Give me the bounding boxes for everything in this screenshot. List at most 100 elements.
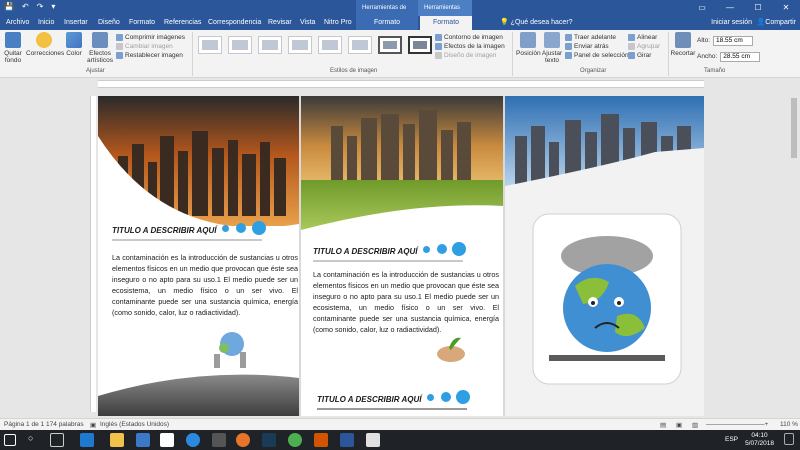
tab-formato-1[interactable]: Formato [125, 16, 159, 30]
tab-archivo[interactable]: Archivo [2, 16, 33, 30]
tab-insertar[interactable]: Insertar [60, 16, 92, 30]
picture-style-6[interactable] [348, 36, 372, 54]
notifications-icon[interactable] [784, 433, 794, 445]
tab-nitro-pro[interactable]: Nitro Pro [320, 16, 356, 30]
reset-image-icon [116, 52, 123, 59]
corrections-button[interactable]: Correcciones [26, 32, 64, 57]
chrome-icon[interactable] [288, 433, 302, 447]
bring-forward-button[interactable]: Traer adelante [565, 33, 629, 42]
tab-formato-dibujo[interactable]: Formato [356, 16, 418, 30]
picture-style-7[interactable] [378, 36, 402, 54]
picture-style-1[interactable] [198, 36, 222, 54]
app-icon-orange[interactable] [314, 433, 328, 447]
height-input[interactable] [713, 35, 754, 46]
change-image-button[interactable]: Cambiar imagen [116, 42, 185, 51]
blue-dot-medium [441, 392, 451, 402]
panel2-heading-2[interactable]: TITULO A DESCRIBIR AQUÍ [317, 395, 421, 404]
picture-effects-button[interactable]: Efectos de la imagen [435, 42, 505, 51]
zoom-slider[interactable]: —————————+ [706, 421, 768, 428]
page-count[interactable]: Página 1 de 1 [4, 421, 44, 428]
share-button[interactable]: 👤Compartir [757, 16, 796, 30]
artistic-effects-button[interactable]: Efectos artísticos [86, 32, 114, 64]
print-layout-icon[interactable]: ▣ [676, 421, 682, 429]
rotate-button[interactable]: Girar [628, 51, 660, 60]
zoom-level[interactable]: 110 % [780, 421, 798, 428]
ribbon: Quitar fondo Correcciones Color Efectos … [0, 30, 800, 78]
align-button[interactable]: Alinear [628, 33, 660, 42]
picture-style-5[interactable] [318, 36, 342, 54]
picture-border-icon [435, 34, 442, 41]
search-icon[interactable]: ○ [28, 433, 42, 447]
mail-icon[interactable] [160, 433, 174, 447]
wrap-text-button[interactable]: Ajustar texto [541, 32, 563, 64]
crop-button[interactable]: Recortar [670, 32, 696, 57]
tab-referencias[interactable]: Referencias [160, 16, 205, 30]
color-button[interactable]: Color [64, 32, 84, 57]
system-clock[interactable]: 04:10 5/07/2018 [745, 432, 774, 448]
web-layout-icon[interactable]: ▥ [692, 421, 698, 429]
task-view-icon[interactable] [50, 433, 64, 447]
panel2-heading[interactable]: TITULO A DESCRIBIR AQUÍ [313, 247, 417, 256]
panel3-artwork [505, 96, 704, 416]
firefox-icon[interactable] [236, 433, 250, 447]
tell-me-box[interactable]: 💡 ¿Qué desea hacer? [500, 16, 573, 30]
proofing-icon[interactable]: ▣ [90, 421, 96, 429]
selection-pane-button[interactable]: Panel de selección [565, 51, 629, 60]
panel1-heading[interactable]: TITULO A DESCRIBIR AQUÍ [112, 226, 216, 235]
panel2-heading2-underline [317, 408, 467, 410]
file-explorer-icon[interactable] [110, 433, 124, 447]
selection-pane-icon [565, 52, 572, 59]
app-icon-blue[interactable] [186, 433, 200, 447]
close-icon[interactable]: ✕ [772, 0, 800, 16]
picture-style-2[interactable] [228, 36, 252, 54]
panel2-heading-underline [313, 260, 463, 262]
picture-style-8[interactable] [408, 36, 432, 54]
language-status[interactable]: Inglés (Estados Unidos) [100, 421, 169, 428]
tab-revisar[interactable]: Revisar [264, 16, 296, 30]
vmware-icon[interactable] [262, 433, 276, 447]
ribbon-separator [668, 32, 669, 76]
read-mode-icon[interactable]: ▤ [660, 421, 666, 429]
tab-diseno[interactable]: Diseño [94, 16, 124, 30]
tab-formato-imagen[interactable]: Formato [420, 16, 472, 30]
position-button[interactable]: Posición [516, 32, 541, 57]
edge-icon[interactable] [80, 433, 94, 447]
panel1-body[interactable]: La contaminación es la introducción de s… [112, 252, 298, 318]
blue-dot-medium [437, 244, 447, 254]
send-backward-button[interactable]: Enviar atrás [565, 42, 629, 51]
vertical-ruler[interactable] [90, 96, 96, 412]
tab-correspondencia[interactable]: Correspondencia [204, 16, 265, 30]
language-indicator[interactable]: ESP [725, 436, 738, 443]
ribbon-display-icon[interactable]: ▭ [688, 0, 716, 16]
picture-style-3[interactable] [258, 36, 282, 54]
picture-style-4[interactable] [288, 36, 312, 54]
reset-image-button[interactable]: Restablecer imagen [116, 51, 185, 60]
word-count[interactable]: 174 palabras [46, 421, 84, 428]
horizontal-ruler[interactable] [98, 80, 704, 88]
scrollbar-thumb[interactable] [791, 98, 797, 158]
store-icon[interactable] [136, 433, 150, 447]
remove-background-button[interactable]: Quitar fondo [2, 32, 24, 64]
minimize-icon[interactable]: — [716, 0, 744, 16]
width-input[interactable] [720, 51, 761, 62]
vertical-scrollbar[interactable] [788, 78, 800, 418]
document-page[interactable]: TITULO A DESCRIBIR AQUÍ La contaminación… [98, 96, 704, 416]
windows-start-icon[interactable] [4, 434, 16, 446]
tab-inicio[interactable]: Inicio [34, 16, 58, 30]
sign-in-link[interactable]: Iniciar sesión [711, 16, 752, 30]
maximize-icon[interactable]: ☐ [744, 0, 772, 16]
media-icon[interactable] [212, 433, 226, 447]
group-button[interactable]: Agrupar [628, 42, 660, 51]
panel2-body[interactable]: La contaminación es la introducción de s… [313, 269, 499, 335]
sun-icon [36, 32, 52, 48]
camtasia-icon[interactable] [366, 433, 380, 447]
picture-border-button[interactable]: Contorno de imagen [435, 33, 505, 42]
word-icon[interactable] [340, 433, 354, 447]
blue-dot-large [452, 242, 466, 256]
compress-images-button[interactable]: Comprimir imágenes [116, 33, 185, 42]
wrap-text-icon [544, 32, 560, 48]
tab-vista[interactable]: Vista [296, 16, 319, 30]
blue-dot-small [427, 394, 434, 401]
brochure-panel-2: TITULO A DESCRIBIR AQUÍ La contaminación… [301, 96, 503, 416]
picture-layout-button[interactable]: Diseño de imagen [435, 51, 505, 60]
